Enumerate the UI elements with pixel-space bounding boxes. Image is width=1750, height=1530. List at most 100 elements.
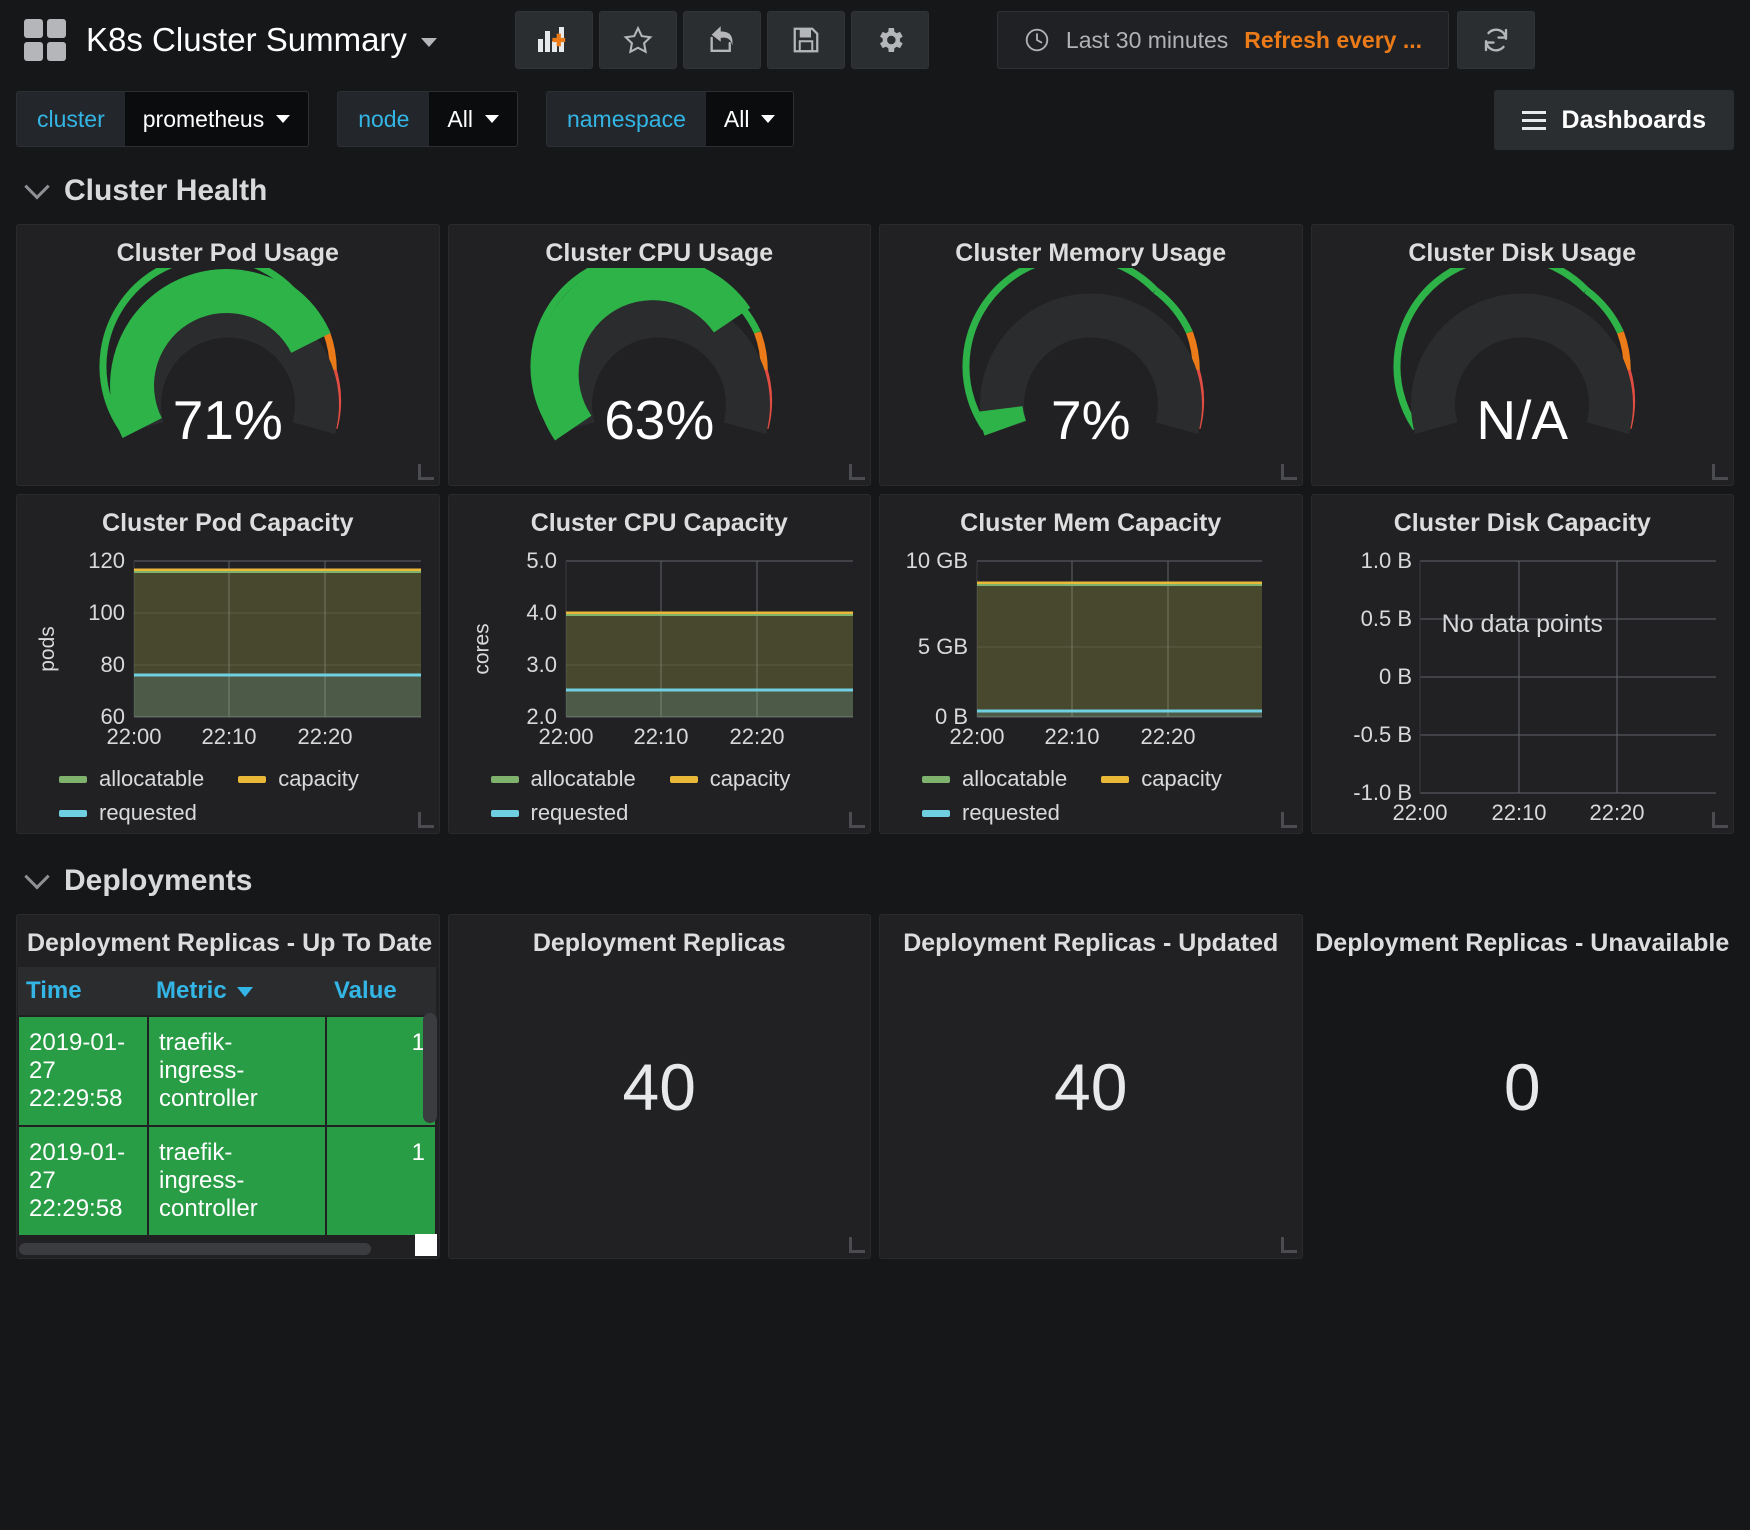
- table-vertical-scrollbar[interactable]: [423, 1013, 437, 1123]
- panel-resize-handle[interactable]: [418, 812, 434, 828]
- cell-metric: traefik-ingress-controller: [148, 1126, 326, 1236]
- graph-legend: allocatable capacity requested: [880, 760, 1302, 826]
- panel-resize-handle[interactable]: [1281, 1237, 1297, 1253]
- column-header-time[interactable]: Time: [18, 967, 148, 1016]
- singlestat-value: 40: [880, 915, 1302, 1258]
- legend-color-swatch: [670, 776, 698, 783]
- panel-cluster-memory-usage[interactable]: Cluster Memory Usage 7%: [879, 224, 1303, 486]
- singlestat-value: 0: [1312, 915, 1734, 1258]
- grid-lines: [1420, 561, 1716, 793]
- panel-cluster-cpu-capacity[interactable]: Cluster CPU Capacity cores 5.0 4.0 3.0 2…: [448, 494, 872, 834]
- graph-area: cores 5.0 4.0 3.0 2.0: [449, 538, 871, 760]
- variable-cluster-label: cluster: [16, 91, 125, 147]
- table-body: 2019-01-27 22:29:58 traefik-ingress-cont…: [18, 1016, 436, 1236]
- cell-value: 1: [326, 1126, 436, 1236]
- row-header-cluster-health[interactable]: Cluster Health: [0, 158, 1750, 224]
- panel-cluster-disk-usage[interactable]: Cluster Disk Usage N/A: [1311, 224, 1735, 486]
- settings-button[interactable]: [851, 11, 929, 69]
- legend-label: allocatable: [99, 766, 204, 792]
- y-tick: 0 B: [1378, 664, 1411, 689]
- panel-deployment-replicas-unavailable[interactable]: Deployment Replicas - Unavailable 0: [1311, 914, 1735, 1259]
- panel-title: Deployment Replicas - Up To Date: [17, 915, 439, 958]
- template-variables-bar: cluster prometheus node All namespace Al…: [0, 80, 1750, 158]
- legend-item-requested[interactable]: requested: [491, 800, 629, 826]
- legend-item-requested[interactable]: requested: [922, 800, 1060, 826]
- save-button[interactable]: [767, 11, 845, 69]
- row-header-deployments[interactable]: Deployments: [0, 848, 1750, 914]
- panel-resize-handle[interactable]: [1712, 464, 1728, 480]
- panel-title: Cluster Pod Capacity: [17, 495, 439, 538]
- table-horizontal-scrollbar[interactable]: [19, 1243, 371, 1255]
- y-tick: 10 GB: [906, 548, 968, 573]
- y-tick: 120: [88, 548, 125, 573]
- column-header-value[interactable]: Value: [326, 967, 436, 1016]
- x-tick: 22:10: [201, 724, 256, 749]
- x-tick: 22:20: [1140, 724, 1195, 749]
- column-header-metric[interactable]: Metric: [148, 967, 326, 1016]
- legend-item-allocatable[interactable]: allocatable: [59, 766, 204, 792]
- chevron-down-icon: [485, 115, 499, 123]
- panel-resize-handle[interactable]: [418, 464, 434, 480]
- graph-area: 10 GB 5 GB 0 B 22:00 22:10: [880, 538, 1302, 760]
- panel-deployment-replicas[interactable]: Deployment Replicas 40: [448, 914, 872, 1259]
- legend-item-allocatable[interactable]: allocatable: [491, 766, 636, 792]
- table-row[interactable]: 2019-01-27 22:29:58 traefik-ingress-cont…: [18, 1126, 436, 1236]
- panel-cluster-pod-capacity[interactable]: Cluster Pod Capacity pods 120 100 80 60: [16, 494, 440, 834]
- panel-deployment-replicas-up-to-date[interactable]: Deployment Replicas - Up To Date Time Me…: [16, 914, 440, 1259]
- panel-resize-handle[interactable]: [1712, 812, 1728, 828]
- variable-node-select[interactable]: All: [429, 91, 518, 147]
- legend-item-capacity[interactable]: capacity: [238, 766, 359, 792]
- panel-cluster-cpu-usage[interactable]: Cluster CPU Usage 63%: [448, 224, 872, 486]
- column-header-label: Metric: [156, 977, 227, 1004]
- x-tick: 22:10: [1044, 724, 1099, 749]
- legend-item-requested[interactable]: requested: [59, 800, 197, 826]
- chevron-down-icon: [276, 115, 290, 123]
- variable-node: node All: [337, 91, 518, 147]
- dashboards-link-button[interactable]: Dashboards: [1494, 90, 1734, 150]
- panel-title: Cluster Mem Capacity: [880, 495, 1302, 538]
- graph-svg: 5.0 4.0 3.0 2.0 22:: [461, 548, 853, 758]
- deployments-panel-grid: Deployment Replicas - Up To Date Time Me…: [0, 914, 1750, 1259]
- panel-title: Cluster Memory Usage: [880, 225, 1302, 268]
- variable-cluster-select[interactable]: prometheus: [125, 91, 309, 147]
- gauge-panel-grid: Cluster Pod Usage 71% Cluster CPU Usage: [0, 224, 1750, 486]
- add-panel-button[interactable]: [515, 11, 593, 69]
- dashboard-title-button[interactable]: K8s Cluster Summary: [86, 21, 437, 59]
- panel-title: Cluster CPU Capacity: [449, 495, 871, 538]
- star-button[interactable]: [599, 11, 677, 69]
- legend-item-allocatable[interactable]: allocatable: [922, 766, 1067, 792]
- panel-resize-handle[interactable]: [1281, 812, 1297, 828]
- panel-cluster-mem-capacity[interactable]: Cluster Mem Capacity 10 GB 5 GB 0 B: [879, 494, 1303, 834]
- capacity-panel-grid: Cluster Pod Capacity pods 120 100 80 60: [0, 494, 1750, 834]
- panel-cluster-pod-usage[interactable]: Cluster Pod Usage 71%: [16, 224, 440, 486]
- legend-label: allocatable: [531, 766, 636, 792]
- legend-label: requested: [99, 800, 197, 826]
- panel-resize-handle[interactable]: [849, 812, 865, 828]
- time-range-picker[interactable]: Last 30 minutes Refresh every ...: [997, 11, 1449, 69]
- legend-label: requested: [531, 800, 629, 826]
- y-tick: 80: [101, 652, 125, 677]
- panel-title: Cluster CPU Usage: [449, 225, 871, 268]
- panel-cluster-disk-capacity[interactable]: Cluster Disk Capacity 1.0 B 0.5 B 0 B -0…: [1311, 494, 1735, 834]
- panel-deployment-replicas-updated[interactable]: Deployment Replicas - Updated 40: [879, 914, 1303, 1259]
- table-header-row: Time Metric Value: [18, 967, 436, 1016]
- share-button[interactable]: [683, 11, 761, 69]
- refresh-icon: [1481, 25, 1511, 55]
- panel-title: Cluster Pod Usage: [17, 225, 439, 268]
- chevron-down-icon: [421, 38, 437, 47]
- x-tick: 22:10: [633, 724, 688, 749]
- panel-resize-handle[interactable]: [849, 1237, 865, 1253]
- panel-resize-handle[interactable]: [849, 464, 865, 480]
- table-scroll-container[interactable]: Time Metric Value 2019-01-27 22:29:58 tr…: [17, 967, 439, 1258]
- legend-item-capacity[interactable]: capacity: [1101, 766, 1222, 792]
- variable-node-label: node: [337, 91, 429, 147]
- y-axis-label: cores: [470, 623, 494, 674]
- panel-resize-handle[interactable]: [1281, 464, 1297, 480]
- y-axis-label: pods: [36, 626, 60, 672]
- refresh-button[interactable]: [1457, 11, 1535, 69]
- legend-item-capacity[interactable]: capacity: [670, 766, 791, 792]
- table-row[interactable]: 2019-01-27 22:29:58 traefik-ingress-cont…: [18, 1016, 436, 1126]
- gauge-cluster-pod-usage: 71%: [17, 268, 439, 468]
- variable-namespace-select[interactable]: All: [706, 91, 795, 147]
- dashboard-grid-icon: [24, 19, 66, 61]
